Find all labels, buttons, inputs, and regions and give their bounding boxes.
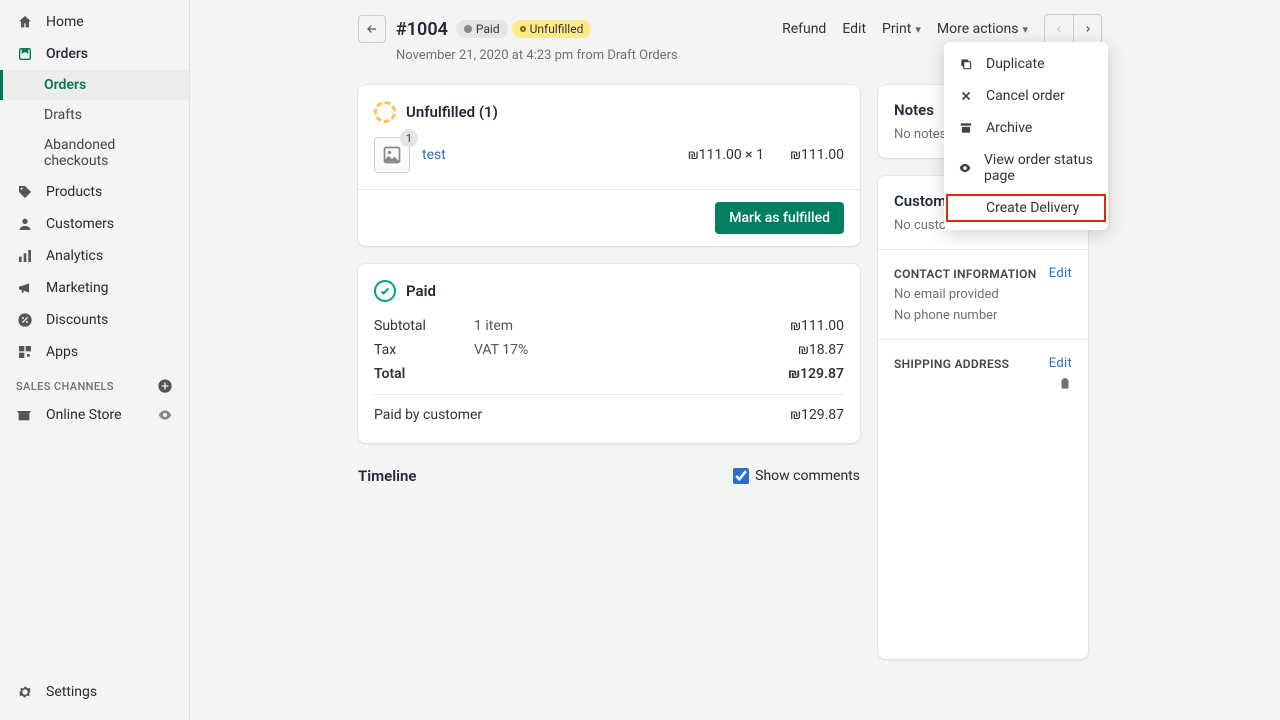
sales-channels-label: SALES CHANNELS: [0, 368, 189, 400]
prev-order: [1045, 15, 1073, 43]
qty-badge: 1: [400, 129, 418, 147]
order-title: #1004: [396, 19, 448, 40]
more-actions[interactable]: More actions: [929, 17, 1036, 41]
megaphone-icon: [16, 279, 34, 297]
customer-card: Custome No customer CONTACT INFORMATION …: [878, 176, 1088, 659]
product-link[interactable]: test: [422, 147, 654, 163]
eye-icon[interactable]: [157, 407, 173, 423]
nav-abandoned[interactable]: Abandoned checkouts: [0, 130, 189, 176]
nav-analytics[interactable]: Analytics: [0, 240, 189, 272]
paid-title: Paid: [406, 282, 436, 300]
line-item: 1 test ₪111.00 × 1 ₪111.00: [374, 123, 844, 173]
nav-drafts[interactable]: Drafts: [0, 100, 189, 130]
show-comments-toggle[interactable]: Show comments: [733, 468, 860, 484]
store-icon: [16, 407, 34, 423]
close-icon: [958, 88, 974, 104]
paid-by-row: Paid by customer ₪129.87: [374, 403, 844, 427]
unfulfilled-title: Unfulfilled (1): [406, 103, 498, 121]
paid-card: Paid Subtotal 1 item ₪111.00 Tax VAT 17%…: [358, 264, 860, 443]
nav-products[interactable]: Products: [0, 176, 189, 208]
line-total: ₪111.00: [764, 147, 844, 163]
more-actions-dropdown: Duplicate Cancel order Archive View orde…: [944, 42, 1108, 230]
add-channel-icon[interactable]: [157, 378, 173, 394]
contact-info-label: CONTACT INFORMATION Edit: [894, 266, 1072, 281]
check-circle-icon: [374, 280, 396, 302]
orders-icon: [16, 45, 34, 63]
back-button[interactable]: [358, 15, 386, 43]
no-email: No email provided: [894, 287, 1072, 302]
nav-customers-label: Customers: [46, 216, 114, 232]
clipboard-icon[interactable]: [894, 377, 1072, 395]
nav-home[interactable]: Home: [0, 6, 189, 38]
timeline-header: Timeline Show comments: [358, 461, 860, 485]
nav-marketing-label: Marketing: [46, 280, 109, 296]
archive-icon: [958, 120, 974, 136]
nav-orders-label: Orders: [46, 46, 88, 62]
mark-fulfilled-button[interactable]: Mark as fulfilled: [715, 202, 844, 234]
grid-icon: [16, 343, 34, 361]
edit-action[interactable]: Edit: [834, 17, 874, 41]
duplicate-icon: [958, 56, 974, 72]
gear-icon: [16, 683, 34, 701]
dropdown-create-delivery[interactable]: Create Delivery: [944, 192, 1108, 224]
nav-analytics-label: Analytics: [46, 248, 103, 264]
dropdown-cancel[interactable]: Cancel order: [944, 80, 1108, 112]
main-content: #1004 Paid Unfulfilled Refund Edit Print…: [190, 0, 1280, 720]
person-icon: [16, 215, 34, 233]
page-header: #1004 Paid Unfulfilled Refund Edit Print…: [190, 14, 1280, 44]
timeline-title: Timeline: [358, 467, 416, 485]
dropdown-duplicate[interactable]: Duplicate: [944, 48, 1108, 80]
nav-settings[interactable]: Settings: [0, 676, 189, 708]
edit-contact-link[interactable]: Edit: [1049, 266, 1072, 281]
home-icon: [16, 13, 34, 31]
order-subtitle: November 21, 2020 at 4:23 pm from Draft …: [190, 44, 1280, 63]
unfulfilled-card: Unfulfilled (1) 1 test ₪111.00 × 1 ₪111.…: [358, 85, 860, 246]
percent-icon: [16, 311, 34, 329]
nav-settings-label: Settings: [46, 684, 97, 700]
bars-icon: [16, 247, 34, 265]
eye-icon-dd: [958, 160, 972, 176]
edit-shipping-link[interactable]: Edit: [1049, 356, 1072, 371]
nav-home-label: Home: [46, 14, 84, 30]
nav-discounts[interactable]: Discounts: [0, 304, 189, 336]
next-order[interactable]: [1073, 15, 1101, 43]
paid-badge: Paid: [456, 20, 508, 38]
nav-apps[interactable]: Apps: [0, 336, 189, 368]
no-phone: No phone number: [894, 308, 1072, 323]
refund-action[interactable]: Refund: [774, 17, 834, 41]
nav-apps-label: Apps: [46, 344, 78, 360]
total-row: Total ₪129.87: [374, 362, 844, 386]
nav-products-label: Products: [46, 184, 102, 200]
dropdown-archive[interactable]: Archive: [944, 112, 1108, 144]
unfulfilled-badge: Unfulfilled: [512, 20, 592, 38]
sidebar: Home Orders Orders Drafts Abandoned chec…: [0, 0, 190, 720]
nav-discounts-label: Discounts: [46, 312, 108, 328]
nav-online-store[interactable]: Online Store: [0, 400, 189, 430]
nav-orders-sub[interactable]: Orders: [0, 70, 189, 100]
dropdown-view-status[interactable]: View order status page: [944, 144, 1108, 192]
unfulfilled-ring-icon: [374, 101, 396, 123]
tag-icon: [16, 183, 34, 201]
unit-price: ₪111.00 × 1: [654, 147, 764, 163]
order-pager: [1044, 14, 1102, 44]
show-comments-checkbox[interactable]: [733, 468, 749, 484]
nav-marketing[interactable]: Marketing: [0, 272, 189, 304]
nav-customers[interactable]: Customers: [0, 208, 189, 240]
print-action[interactable]: Print: [874, 17, 929, 41]
shipping-label: SHIPPING ADDRESS Edit: [894, 356, 1072, 371]
tax-row: Tax VAT 17% ₪18.87: [374, 338, 844, 362]
subtotal-row: Subtotal 1 item ₪111.00: [374, 314, 844, 338]
nav-orders[interactable]: Orders: [0, 38, 189, 70]
